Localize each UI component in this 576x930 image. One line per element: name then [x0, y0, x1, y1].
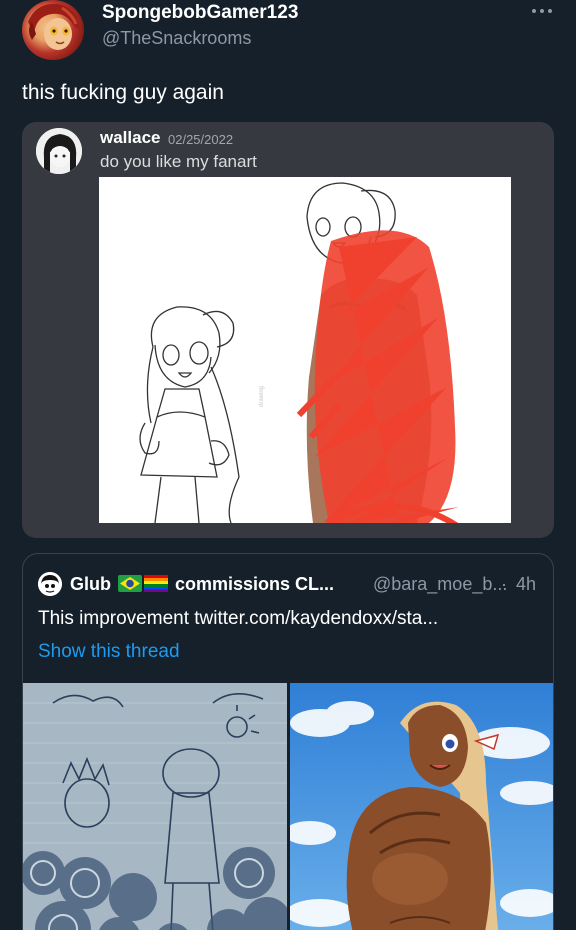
show-thread-link[interactable]: Show this thread [38, 641, 180, 663]
author-handle[interactable]: @TheSnackrooms [102, 28, 251, 49]
discord-username: wallace [100, 128, 161, 147]
tweet-page: SpongebobGamer123 @TheSnackrooms this fu… [0, 0, 576, 930]
tweet-header: SpongebobGamer123 @TheSnackrooms [22, 0, 554, 60]
fanart-image: drawing [99, 177, 511, 530]
author-avatar[interactable] [22, 0, 84, 60]
quoted-author-name-part1[interactable]: Glub [70, 574, 111, 595]
discord-timestamp: 02/25/2022 [168, 132, 234, 147]
author-display-name[interactable]: SpongebobGamer123 [102, 2, 298, 24]
quoted-tweet-card[interactable]: Glub commissions CL... @bara_moe_b... · … [22, 553, 554, 930]
pride-flag-icon [144, 575, 168, 592]
attached-screenshot-image[interactable]: wallace 02/25/2022 do you like my fanart [22, 122, 554, 538]
quoted-tweet-time[interactable]: 4h [516, 574, 536, 595]
more-horizontal-icon[interactable] [530, 3, 554, 19]
brazil-flag-icon [118, 575, 142, 592]
quoted-media-image-2[interactable] [290, 683, 553, 930]
svg-text:drawing: drawing [259, 386, 265, 407]
quoted-author-handle[interactable]: @bara_moe_b... [373, 574, 507, 595]
discord-message: do you like my fanart [100, 152, 257, 171]
quoted-author-avatar[interactable] [38, 572, 62, 596]
tweet-text: this fucking guy again [22, 81, 224, 104]
quoted-media-image-1[interactable] [23, 683, 287, 930]
quoted-author-name-part2[interactable]: commissions CL... [175, 574, 334, 595]
quoted-tweet-header: Glub commissions CL... @bara_moe_b... · … [38, 572, 543, 596]
separator-dot: · [501, 574, 507, 594]
quoted-tweet-text: This improvement twitter.com/kaydendoxx/… [38, 608, 439, 629]
discord-avatar [36, 128, 82, 174]
